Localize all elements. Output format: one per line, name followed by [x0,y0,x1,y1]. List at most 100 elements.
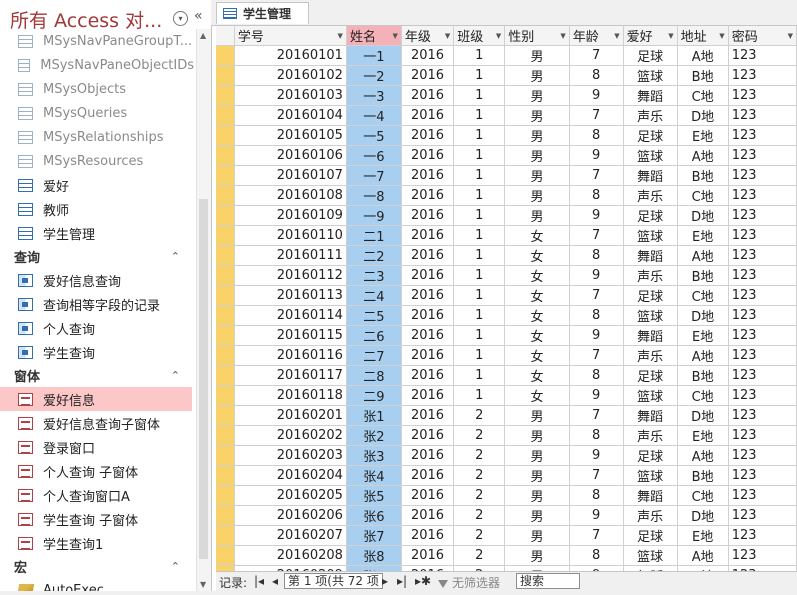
table-row[interactable]: 20160103 一3 2016 1 男 9 舞蹈 C地 123 [216,85,797,106]
cell-addr[interactable]: C地 [677,485,729,506]
cell-gender[interactable]: 男 [504,505,570,526]
cell-age[interactable]: 9 [569,205,624,226]
cell-class[interactable]: 2 [453,525,506,546]
cell-age[interactable]: 8 [569,425,624,446]
cell-gender[interactable]: 男 [504,405,570,426]
cell-id[interactable]: 20160103 [234,85,347,106]
table-row[interactable]: 20160208 张8 2016 2 男 8 篮球 A地 123 [216,545,797,566]
scroll-down-icon[interactable]: ▼ [200,580,206,589]
cell-name[interactable]: 张7 [346,525,402,546]
cell-name[interactable]: 一9 [346,205,402,226]
record-selector[interactable] [216,185,235,206]
cell-class[interactable]: 1 [453,65,506,86]
nav-item-8[interactable]: 学生管理 [0,221,194,245]
cell-hobby[interactable]: 声乐 [623,265,678,286]
table-row[interactable]: 20160115 二6 2016 1 女 9 舞蹈 E地 123 [216,325,797,346]
cell-hobby[interactable]: 篮球 [623,465,678,486]
cell-age[interactable]: 9 [569,325,624,346]
cell-id[interactable]: 20160201 [234,405,347,426]
cell-class[interactable]: 1 [453,85,506,106]
select-all-corner[interactable] [216,26,235,46]
cell-hobby[interactable]: 足球 [623,45,678,66]
record-selector[interactable] [216,325,235,346]
cell-addr[interactable]: D地 [677,205,729,226]
cell-hobby[interactable]: 声乐 [623,345,678,366]
cell-addr[interactable]: B地 [677,165,729,186]
column-header-hobby[interactable]: 爱好 ▼ [623,26,678,46]
cell-class[interactable]: 2 [453,485,506,506]
record-selector[interactable] [216,245,235,266]
cell-class[interactable]: 1 [453,45,506,66]
cell-gender[interactable]: 女 [504,225,570,246]
cell-id[interactable]: 20160106 [234,145,347,166]
record-selector[interactable] [216,405,235,426]
cell-name[interactable]: 二1 [346,225,402,246]
cell-age[interactable]: 7 [569,285,624,306]
cell-gender[interactable]: 男 [504,145,570,166]
cell-addr[interactable]: A地 [677,145,729,166]
nav-item-4[interactable]: MSysRelationships [0,125,194,149]
cell-age[interactable]: 8 [569,545,624,566]
cell-pwd[interactable]: 123 [728,485,797,506]
cell-age[interactable]: 8 [569,65,624,86]
nav-item-23[interactable]: AutoExec [0,578,194,591]
prev-record-button[interactable]: ◂ [272,574,278,588]
cell-id[interactable]: 20160202 [234,425,347,446]
cell-grade[interactable]: 2016 [401,225,455,246]
cell-name[interactable]: 张1 [346,405,402,426]
cell-gender[interactable]: 男 [504,125,570,146]
cell-class[interactable]: 1 [453,165,506,186]
column-dropdown-icon[interactable]: ▼ [668,32,673,40]
table-row[interactable]: 20160109 一9 2016 1 男 9 足球 D地 123 [216,205,797,226]
cell-name[interactable]: 一5 [346,125,402,146]
cell-class[interactable]: 2 [453,425,506,446]
cell-id[interactable]: 20160118 [234,385,347,406]
nav-section-9[interactable]: 查询 ⌃ [0,245,194,268]
record-selector[interactable] [216,225,235,246]
nav-item-11[interactable]: 查询相等字段的记录 [0,292,194,316]
cell-hobby[interactable]: 足球 [623,205,678,226]
cell-gender[interactable]: 女 [504,265,570,286]
cell-grade[interactable]: 2016 [401,145,455,166]
nav-item-16[interactable]: 爱好信息查询子窗体 [0,411,194,435]
cell-hobby[interactable]: 舞蹈 [623,85,678,106]
nav-item-17[interactable]: 登录窗口 [0,435,194,459]
cell-id[interactable]: 20160113 [234,285,347,306]
cell-gender[interactable]: 男 [504,45,570,66]
cell-age[interactable]: 9 [569,505,624,526]
cell-id[interactable]: 20160204 [234,465,347,486]
cell-pwd[interactable]: 123 [728,185,797,206]
cell-gender[interactable]: 男 [504,485,570,506]
collapse-chevron-icon[interactable]: ⌃ [171,250,180,263]
cell-addr[interactable]: A地 [677,45,729,66]
cell-gender[interactable]: 男 [504,105,570,126]
cell-grade[interactable]: 2016 [401,245,455,266]
cell-age[interactable]: 8 [569,245,624,266]
nav-dropdown-icon[interactable]: ▾ [173,11,188,26]
cell-hobby[interactable]: 声乐 [623,505,678,526]
cell-gender[interactable]: 男 [504,465,570,486]
nav-item-2[interactable]: MSysObjects [0,77,194,101]
cell-hobby[interactable]: 篮球 [623,545,678,566]
cell-gender[interactable]: 男 [504,165,570,186]
cell-id[interactable]: 20160107 [234,165,347,186]
cell-grade[interactable]: 2016 [401,125,455,146]
column-dropdown-icon[interactable]: ▼ [392,32,397,40]
cell-pwd[interactable]: 123 [728,385,797,406]
nav-item-10[interactable]: 爱好信息查询 [0,268,194,292]
cell-age[interactable]: 7 [569,405,624,426]
table-row[interactable]: 20160205 张5 2016 2 男 8 舞蹈 C地 123 [216,485,797,506]
cell-addr[interactable]: E地 [677,525,729,546]
cell-class[interactable]: 2 [453,465,506,486]
cell-age[interactable]: 9 [569,385,624,406]
cell-id[interactable]: 20160108 [234,185,347,206]
cell-grade[interactable]: 2016 [401,405,455,426]
cell-id[interactable]: 20160112 [234,265,347,286]
cell-id[interactable]: 20160101 [234,45,347,66]
cell-pwd[interactable]: 123 [728,545,797,566]
cell-hobby[interactable]: 篮球 [623,305,678,326]
cell-gender[interactable]: 女 [504,325,570,346]
cell-class[interactable]: 1 [453,305,506,326]
column-dropdown-icon[interactable]: ▼ [496,32,501,40]
cell-hobby[interactable]: 舞蹈 [623,165,678,186]
